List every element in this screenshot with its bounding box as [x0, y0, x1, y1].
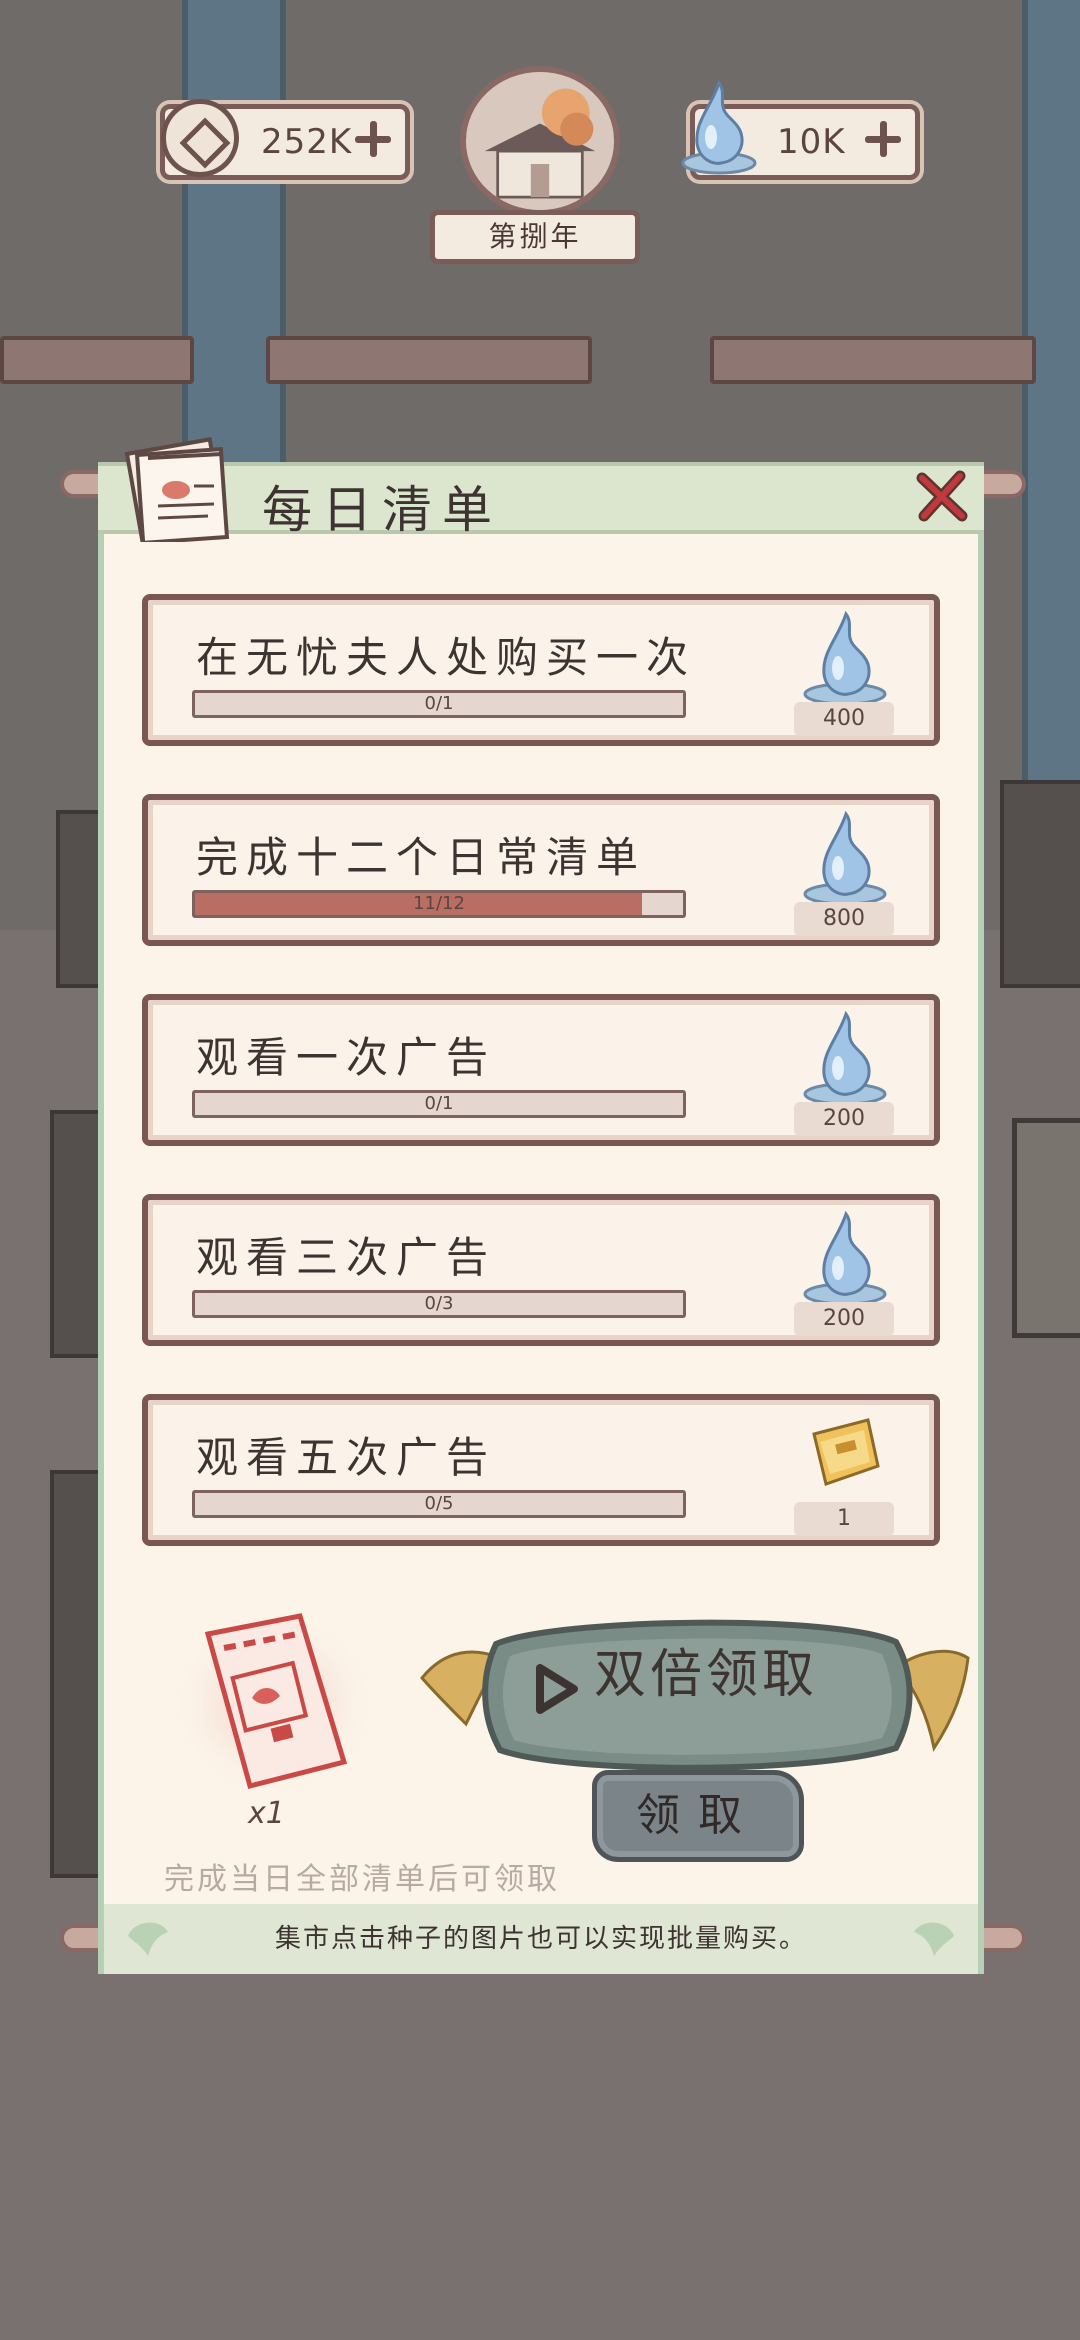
reward-amount: 200 [794, 1102, 894, 1136]
water-drop-icon [803, 810, 887, 906]
footer-tip-bar: 集市点击种子的图片也可以实现批量购买。 [98, 1904, 984, 1974]
task-title: 完成十二个日常清单 [196, 833, 647, 882]
double-claim-label: 双倍领取 [594, 1645, 819, 1705]
background-shelf [266, 336, 592, 384]
reward-amount: 1 [794, 1502, 894, 1536]
background-frame [1012, 1118, 1080, 1338]
close-button[interactable] [914, 468, 970, 524]
year-label: 第捌年 [430, 210, 640, 264]
progress-text: 0/1 [424, 1093, 454, 1114]
coins-counter[interactable]: 252K [160, 99, 410, 180]
task-card[interactable]: 观看一次广告 0/1 200 [142, 994, 940, 1146]
task-card[interactable]: 观看三次广告 0/3 200 [142, 1194, 940, 1346]
footer-tip: 集市点击种子的图片也可以实现批量购买。 [274, 1924, 807, 1954]
task-reward: 800 [790, 806, 900, 942]
task-card[interactable]: 在无忧夫人处购买一次 0/1 400 [142, 594, 940, 746]
water-drop-icon [681, 79, 757, 175]
claim-hint: 完成当日全部清单后可领取 [164, 1862, 560, 1897]
progress-text: 0/1 [424, 693, 454, 714]
drops-counter[interactable]: 10K [681, 79, 920, 180]
progress-text: 11/12 [413, 893, 465, 914]
task-reward: 1 [790, 1406, 900, 1542]
task-title: 在无忧夫人处购买一次 [196, 633, 697, 682]
task-title: 观看五次广告 [196, 1433, 497, 1482]
progress-text: 0/3 [424, 1293, 454, 1314]
coins-value: 252K [261, 122, 353, 162]
reward-amount: 400 [794, 702, 894, 736]
task-card[interactable]: 观看五次广告 0/5 1 [142, 1394, 940, 1546]
reward-amount: 800 [794, 902, 894, 936]
add-coins-button[interactable] [351, 117, 395, 161]
progress-bar: 0/3 [192, 1290, 686, 1318]
task-title: 观看一次广告 [196, 1033, 497, 1082]
progress-bar: 0/1 [192, 1090, 686, 1118]
year-medallion[interactable] [440, 66, 640, 226]
red-ticket-icon [170, 1608, 378, 1800]
panel-title: 每日清单 [262, 481, 502, 539]
progress-text: 0/5 [424, 1493, 454, 1514]
calendar-icon [124, 437, 230, 542]
task-reward: 200 [790, 1006, 900, 1142]
task-reward: 400 [790, 606, 900, 742]
house-icon [460, 66, 620, 216]
ticket-count: x1 [248, 1796, 285, 1831]
background-stall [1000, 780, 1080, 988]
claim-label: 领取 [636, 1790, 760, 1841]
task-reward: 200 [790, 1206, 900, 1342]
coin-icon [161, 99, 239, 177]
water-drop-icon [803, 1010, 887, 1106]
progress-bar: 0/1 [192, 690, 686, 718]
ginkgo-leaf-icon [914, 1922, 954, 1956]
water-drop-icon [803, 610, 887, 706]
progress-bar: 0/5 [192, 1490, 686, 1518]
progress-bar: 11/12 [192, 890, 686, 918]
add-drops-button[interactable] [861, 117, 905, 161]
water-drop-icon [803, 1210, 887, 1306]
task-card[interactable]: 完成十二个日常清单 11/12 800 [142, 794, 940, 946]
gold-ticket-icon [812, 1418, 880, 1486]
reward-amount: 200 [794, 1302, 894, 1336]
task-title: 观看三次广告 [196, 1233, 497, 1282]
background-shelf [710, 336, 1036, 384]
claim-button[interactable]: 领取 [592, 1770, 804, 1862]
drops-value: 10K [777, 122, 846, 162]
background-shelf [0, 336, 194, 384]
